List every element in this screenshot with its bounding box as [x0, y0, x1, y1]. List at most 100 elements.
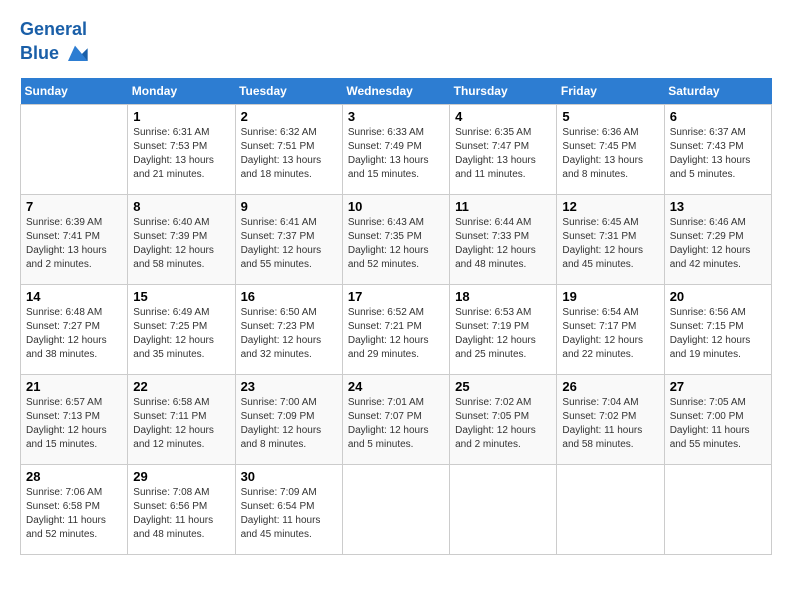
sunset-label: Sunset: 7:49 PM: [348, 141, 422, 152]
sunset-label: Sunset: 7:33 PM: [455, 231, 529, 242]
calendar-day-cell: [21, 104, 128, 194]
calendar-day-cell: [557, 464, 664, 554]
calendar-week-row: 28 Sunrise: 7:06 AM Sunset: 6:58 PM Dayl…: [21, 464, 772, 554]
calendar-day-cell: 22 Sunrise: 6:58 AM Sunset: 7:11 PM Dayl…: [128, 374, 235, 464]
sunset-label: Sunset: 7:00 PM: [670, 411, 744, 422]
calendar-day-cell: 7 Sunrise: 6:39 AM Sunset: 7:41 PM Dayli…: [21, 194, 128, 284]
day-number: 12: [562, 199, 658, 214]
day-number: 3: [348, 109, 444, 124]
calendar-day-cell: 25 Sunrise: 7:02 AM Sunset: 7:05 PM Dayl…: [450, 374, 557, 464]
day-info: Sunrise: 6:41 AM Sunset: 7:37 PM Dayligh…: [241, 216, 337, 272]
calendar-day-cell: [664, 464, 771, 554]
calendar-week-row: 1 Sunrise: 6:31 AM Sunset: 7:53 PM Dayli…: [21, 104, 772, 194]
sunset-label: Sunset: 7:09 PM: [241, 411, 315, 422]
calendar-day-cell: 9 Sunrise: 6:41 AM Sunset: 7:37 PM Dayli…: [235, 194, 342, 284]
day-info: Sunrise: 6:58 AM Sunset: 7:11 PM Dayligh…: [133, 396, 229, 452]
sunset-label: Sunset: 7:17 PM: [562, 321, 636, 332]
day-info: Sunrise: 6:40 AM Sunset: 7:39 PM Dayligh…: [133, 216, 229, 272]
daylight-label: Daylight: 13 hours and 8 minutes.: [562, 155, 643, 180]
logo-icon: [61, 40, 89, 68]
sunset-label: Sunset: 7:15 PM: [670, 321, 744, 332]
sunset-label: Sunset: 7:35 PM: [348, 231, 422, 242]
calendar-day-cell: 26 Sunrise: 7:04 AM Sunset: 7:02 PM Dayl…: [557, 374, 664, 464]
sunrise-label: Sunrise: 6:52 AM: [348, 307, 424, 318]
sunrise-label: Sunrise: 6:45 AM: [562, 217, 638, 228]
day-info: Sunrise: 7:02 AM Sunset: 7:05 PM Dayligh…: [455, 396, 551, 452]
day-number: 24: [348, 379, 444, 394]
daylight-label: Daylight: 12 hours and 19 minutes.: [670, 335, 751, 360]
weekday-header: Monday: [128, 78, 235, 105]
daylight-label: Daylight: 13 hours and 11 minutes.: [455, 155, 536, 180]
sunrise-label: Sunrise: 6:35 AM: [455, 127, 531, 138]
sunset-label: Sunset: 7:53 PM: [133, 141, 207, 152]
day-info: Sunrise: 7:05 AM Sunset: 7:00 PM Dayligh…: [670, 396, 766, 452]
sunrise-label: Sunrise: 6:54 AM: [562, 307, 638, 318]
daylight-label: Daylight: 12 hours and 48 minutes.: [455, 245, 536, 270]
sunset-label: Sunset: 6:56 PM: [133, 501, 207, 512]
day-info: Sunrise: 6:33 AM Sunset: 7:49 PM Dayligh…: [348, 126, 444, 182]
calendar-day-cell: 16 Sunrise: 6:50 AM Sunset: 7:23 PM Dayl…: [235, 284, 342, 374]
day-info: Sunrise: 6:37 AM Sunset: 7:43 PM Dayligh…: [670, 126, 766, 182]
day-number: 14: [26, 289, 122, 304]
sunrise-label: Sunrise: 6:44 AM: [455, 217, 531, 228]
daylight-label: Daylight: 13 hours and 15 minutes.: [348, 155, 429, 180]
daylight-label: Daylight: 13 hours and 21 minutes.: [133, 155, 214, 180]
day-info: Sunrise: 6:49 AM Sunset: 7:25 PM Dayligh…: [133, 306, 229, 362]
day-number: 27: [670, 379, 766, 394]
day-info: Sunrise: 6:52 AM Sunset: 7:21 PM Dayligh…: [348, 306, 444, 362]
sunset-label: Sunset: 7:07 PM: [348, 411, 422, 422]
calendar-day-cell: 11 Sunrise: 6:44 AM Sunset: 7:33 PM Dayl…: [450, 194, 557, 284]
sunrise-label: Sunrise: 6:32 AM: [241, 127, 317, 138]
calendar-day-cell: 12 Sunrise: 6:45 AM Sunset: 7:31 PM Dayl…: [557, 194, 664, 284]
sunrise-label: Sunrise: 6:48 AM: [26, 307, 102, 318]
daylight-label: Daylight: 13 hours and 18 minutes.: [241, 155, 322, 180]
day-number: 19: [562, 289, 658, 304]
weekday-header-row: SundayMondayTuesdayWednesdayThursdayFrid…: [21, 78, 772, 105]
sunrise-label: Sunrise: 6:39 AM: [26, 217, 102, 228]
day-info: Sunrise: 6:50 AM Sunset: 7:23 PM Dayligh…: [241, 306, 337, 362]
day-number: 11: [455, 199, 551, 214]
day-info: Sunrise: 6:36 AM Sunset: 7:45 PM Dayligh…: [562, 126, 658, 182]
sunrise-label: Sunrise: 6:31 AM: [133, 127, 209, 138]
day-info: Sunrise: 6:39 AM Sunset: 7:41 PM Dayligh…: [26, 216, 122, 272]
day-number: 20: [670, 289, 766, 304]
sunset-label: Sunset: 7:21 PM: [348, 321, 422, 332]
calendar-day-cell: 27 Sunrise: 7:05 AM Sunset: 7:00 PM Dayl…: [664, 374, 771, 464]
daylight-label: Daylight: 12 hours and 22 minutes.: [562, 335, 643, 360]
sunset-label: Sunset: 7:31 PM: [562, 231, 636, 242]
day-number: 7: [26, 199, 122, 214]
day-number: 5: [562, 109, 658, 124]
daylight-label: Daylight: 12 hours and 25 minutes.: [455, 335, 536, 360]
sunset-label: Sunset: 7:51 PM: [241, 141, 315, 152]
day-info: Sunrise: 7:06 AM Sunset: 6:58 PM Dayligh…: [26, 486, 122, 542]
daylight-label: Daylight: 11 hours and 55 minutes.: [670, 425, 750, 450]
calendar-week-row: 14 Sunrise: 6:48 AM Sunset: 7:27 PM Dayl…: [21, 284, 772, 374]
day-info: Sunrise: 7:00 AM Sunset: 7:09 PM Dayligh…: [241, 396, 337, 452]
daylight-label: Daylight: 12 hours and 15 minutes.: [26, 425, 107, 450]
day-info: Sunrise: 7:04 AM Sunset: 7:02 PM Dayligh…: [562, 396, 658, 452]
sunrise-label: Sunrise: 7:09 AM: [241, 487, 317, 498]
calendar-day-cell: 14 Sunrise: 6:48 AM Sunset: 7:27 PM Dayl…: [21, 284, 128, 374]
calendar-table: SundayMondayTuesdayWednesdayThursdayFrid…: [20, 78, 772, 555]
day-info: Sunrise: 6:56 AM Sunset: 7:15 PM Dayligh…: [670, 306, 766, 362]
day-info: Sunrise: 6:48 AM Sunset: 7:27 PM Dayligh…: [26, 306, 122, 362]
day-number: 15: [133, 289, 229, 304]
day-info: Sunrise: 6:57 AM Sunset: 7:13 PM Dayligh…: [26, 396, 122, 452]
calendar-day-cell: 30 Sunrise: 7:09 AM Sunset: 6:54 PM Dayl…: [235, 464, 342, 554]
day-number: 23: [241, 379, 337, 394]
sunset-label: Sunset: 7:19 PM: [455, 321, 529, 332]
sunrise-label: Sunrise: 7:08 AM: [133, 487, 209, 498]
calendar-day-cell: 29 Sunrise: 7:08 AM Sunset: 6:56 PM Dayl…: [128, 464, 235, 554]
sunset-label: Sunset: 7:29 PM: [670, 231, 744, 242]
daylight-label: Daylight: 12 hours and 55 minutes.: [241, 245, 322, 270]
page-header: General Blue: [20, 20, 772, 68]
daylight-label: Daylight: 12 hours and 5 minutes.: [348, 425, 429, 450]
calendar-day-cell: 21 Sunrise: 6:57 AM Sunset: 7:13 PM Dayl…: [21, 374, 128, 464]
sunrise-label: Sunrise: 6:37 AM: [670, 127, 746, 138]
logo-text: General: [20, 20, 89, 40]
day-number: 8: [133, 199, 229, 214]
sunrise-label: Sunrise: 7:00 AM: [241, 397, 317, 408]
daylight-label: Daylight: 12 hours and 45 minutes.: [562, 245, 643, 270]
daylight-label: Daylight: 13 hours and 5 minutes.: [670, 155, 751, 180]
sunrise-label: Sunrise: 7:06 AM: [26, 487, 102, 498]
